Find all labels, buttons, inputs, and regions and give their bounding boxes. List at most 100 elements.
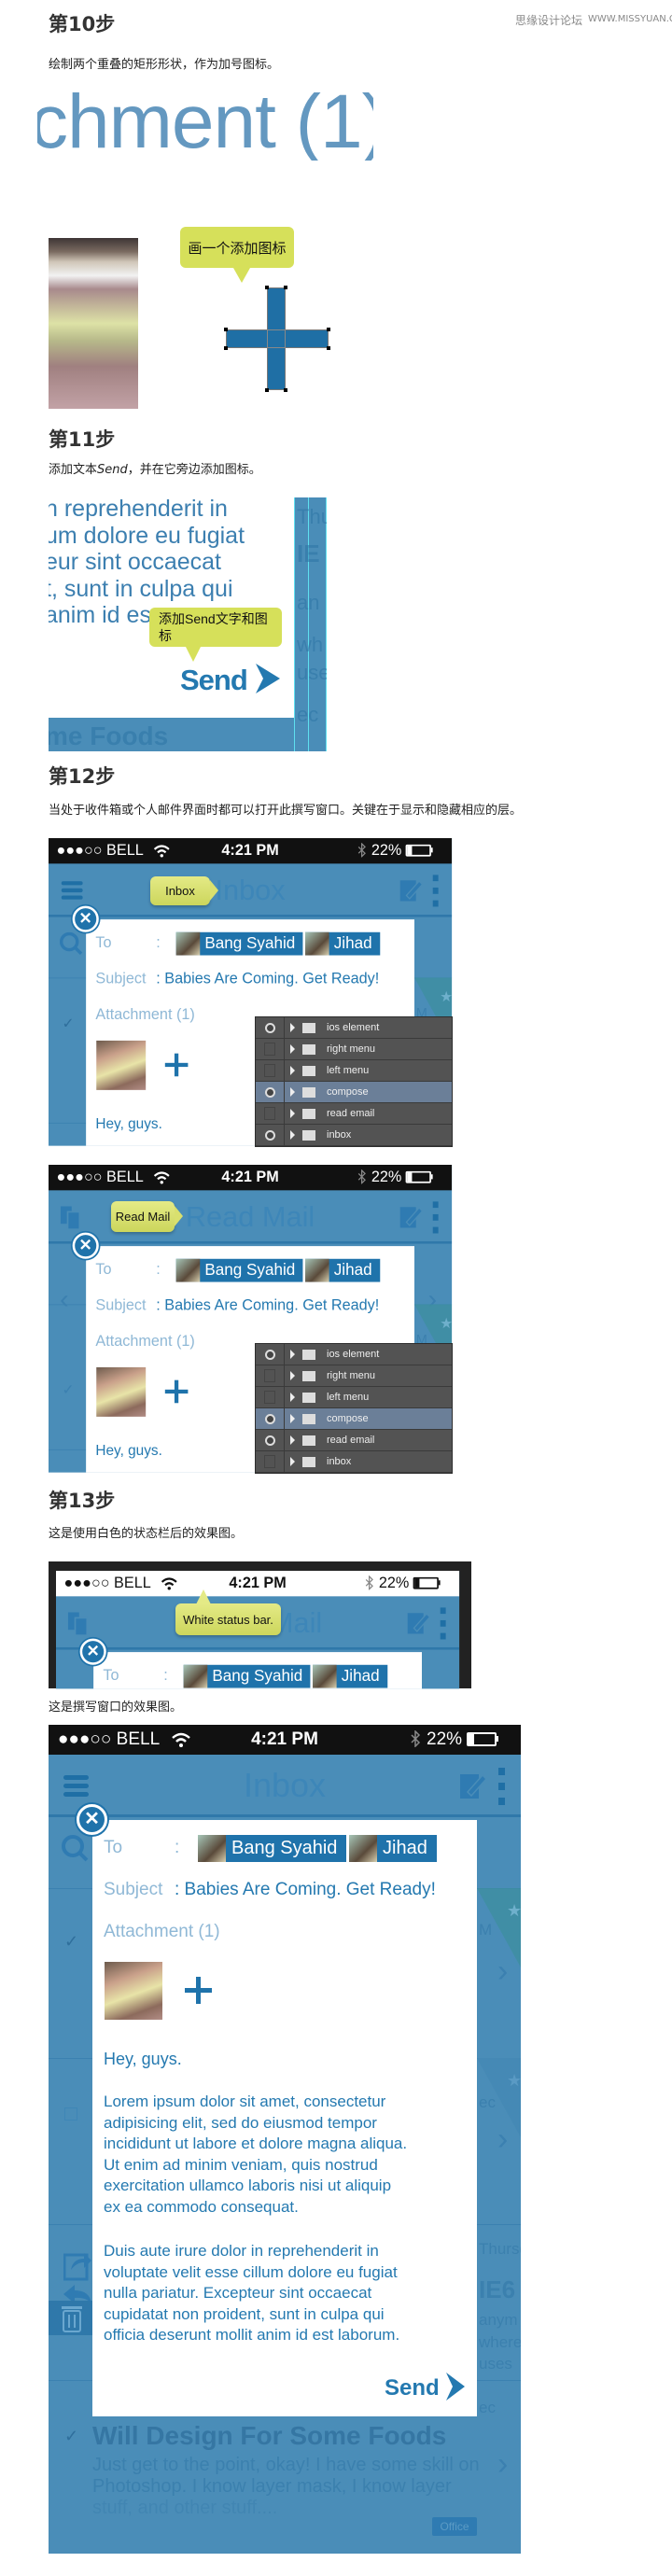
empty-box [264,1107,275,1120]
greeting-text[interactable]: Hey, guys. [104,2050,182,2069]
layer-row[interactable]: ios element [256,1017,452,1039]
expand-triangle-icon[interactable] [290,1130,295,1140]
visibility-toggle-empty[interactable] [256,1060,285,1081]
layer-row[interactable]: ios element [256,1344,452,1365]
visibility-eye-icon[interactable] [256,1125,285,1145]
layer-row[interactable]: left menu [256,1387,452,1408]
visibility-eye-icon[interactable] [256,1017,285,1038]
body-text-line: Ut enim ad minim veniam, quis nostrud [104,2155,378,2174]
layer-row[interactable]: read email [256,1103,452,1125]
expand-triangle-icon[interactable] [290,1023,295,1032]
layer-row[interactable]: inbox [256,1125,452,1146]
layer-row[interactable]: inbox [256,1451,452,1473]
visibility-toggle-empty[interactable] [256,1365,285,1386]
attachment-thumbnail[interactable] [96,1040,147,1090]
expand-triangle-icon[interactable] [290,1457,295,1466]
checkbox-checked[interactable]: ✓ [63,1381,75,1398]
layer-row[interactable]: compose [256,1408,452,1430]
layer-row[interactable]: read email [256,1430,452,1451]
battery-percent: 22% [427,1729,463,1749]
recipient-chip[interactable]: Bang Syahid [175,931,303,956]
expand-triangle-icon[interactable] [290,1371,295,1380]
expand-triangle-icon[interactable] [290,1044,295,1054]
expand-triangle-icon[interactable] [290,1414,295,1423]
close-compose-button[interactable]: ✕ [77,1804,107,1835]
attachment-thumbnail[interactable] [96,1366,147,1417]
subject-value[interactable]: : Babies Are Coming. Get Ready! [156,971,379,988]
bluetooth-icon[interactable] [357,1169,366,1188]
visibility-eye-icon[interactable] [256,1344,285,1365]
more-options-icon[interactable] [440,1607,447,1643]
visibility-toggle-empty[interactable] [256,1103,285,1124]
chevron-right-icon[interactable]: › [497,2446,508,2483]
compose-icon[interactable] [407,1611,432,1639]
send-label[interactable]: Send [180,664,248,697]
compose-icon[interactable] [399,878,425,906]
send-arrow-icon[interactable] [444,2373,465,2405]
close-compose-button[interactable]: ✕ [79,1638,106,1665]
compose-icon[interactable] [399,1205,425,1233]
more-options-icon[interactable] [498,1768,506,1810]
add-attachment-plus-icon[interactable] [185,1977,212,2009]
search-icon[interactable] [59,931,84,960]
recipient-chip[interactable]: Bang Syahid [198,1835,347,1862]
bluetooth-icon[interactable] [364,1575,373,1594]
recipient-chip[interactable]: Bang Syahid [175,1258,303,1282]
checkbox-checked[interactable]: ✓ [64,1932,78,1952]
layer-row[interactable]: right menu [256,1365,452,1387]
visibility-eye-icon[interactable] [256,1082,285,1102]
expand-triangle-icon[interactable] [290,1393,295,1402]
expand-triangle-icon[interactable] [290,1087,295,1097]
strip-text-fragment: wh [297,633,324,656]
visibility-toggle-empty[interactable] [256,1387,285,1407]
expand-triangle-icon[interactable] [290,1109,295,1118]
visibility-eye-icon[interactable] [256,1430,285,1450]
step-13-description: 这是使用白色的状态栏后的效果图。 [49,1527,244,1541]
compose-icon[interactable] [460,1771,488,1804]
body-text-line: adipisicing elit, sed do eiusmod tempor [104,2113,377,2132]
tag-badge[interactable]: Office [432,2517,477,2536]
bluetooth-icon[interactable] [357,842,366,861]
status-bar: ●●●○○ BELL 4:21 PM 22% [49,1725,521,1755]
visibility-eye-icon[interactable] [256,1408,285,1429]
visibility-toggle-empty[interactable] [256,1451,285,1472]
chevron-right-icon[interactable]: › [497,2121,508,2158]
trash-icon[interactable] [62,2303,82,2337]
layer-row[interactable]: left menu [256,1060,452,1082]
checkbox-checked[interactable]: ✓ [63,1015,75,1032]
send-button[interactable]: Send [385,2375,440,2401]
layer-row[interactable]: right menu [256,1039,452,1060]
expand-triangle-icon[interactable] [290,1066,295,1075]
close-compose-button[interactable]: ✕ [72,905,99,932]
more-options-icon[interactable] [432,875,440,910]
expand-triangle-icon[interactable] [290,1350,295,1359]
more-options-icon[interactable] [432,1201,440,1237]
list-item-title[interactable]: Will Design For Some Foods [92,2421,446,2451]
chevron-right-icon[interactable]: › [497,1953,508,1990]
attachment-thumbnail[interactable] [105,1962,162,2020]
bluetooth-icon[interactable] [410,1729,421,1753]
checkbox-empty[interactable] [64,2107,77,2121]
visibility-toggle-empty[interactable] [256,1039,285,1059]
checkbox-checked[interactable]: ✓ [64,2427,78,2446]
greeting-text[interactable]: Hey, guys. [95,1115,161,1132]
desc-pre: 添加文本 [49,463,98,477]
add-attachment-plus-icon[interactable] [164,1053,189,1081]
recipient-chip[interactable]: Jihad [312,1664,388,1688]
share-icon[interactable] [63,2249,93,2286]
recipient-chip[interactable]: Jihad [304,1258,381,1282]
expand-triangle-icon[interactable] [290,1435,295,1445]
body-text-line: Lorem ipsum dolor sit amet, consectetur [104,2093,386,2110]
close-compose-button[interactable]: ✕ [72,1232,99,1259]
subject-value[interactable]: : Babies Are Coming. Get Ready! [156,1297,379,1315]
layer-row[interactable]: compose [256,1082,452,1103]
recipient-chip[interactable]: Jihad [349,1835,437,1862]
add-attachment-plus-icon[interactable] [164,1379,189,1407]
trash-button[interactable] [49,2301,92,2335]
greeting-text[interactable]: Hey, guys. [95,1442,161,1459]
search-icon[interactable] [62,1835,90,1868]
chevron-left-icon[interactable]: ‹ [60,1284,69,1315]
recipient-chip[interactable]: Jihad [304,931,381,956]
subject-value[interactable]: : Babies Are Coming. Get Ready! [175,1880,436,1900]
recipient-chip[interactable]: Bang Syahid [183,1664,311,1688]
